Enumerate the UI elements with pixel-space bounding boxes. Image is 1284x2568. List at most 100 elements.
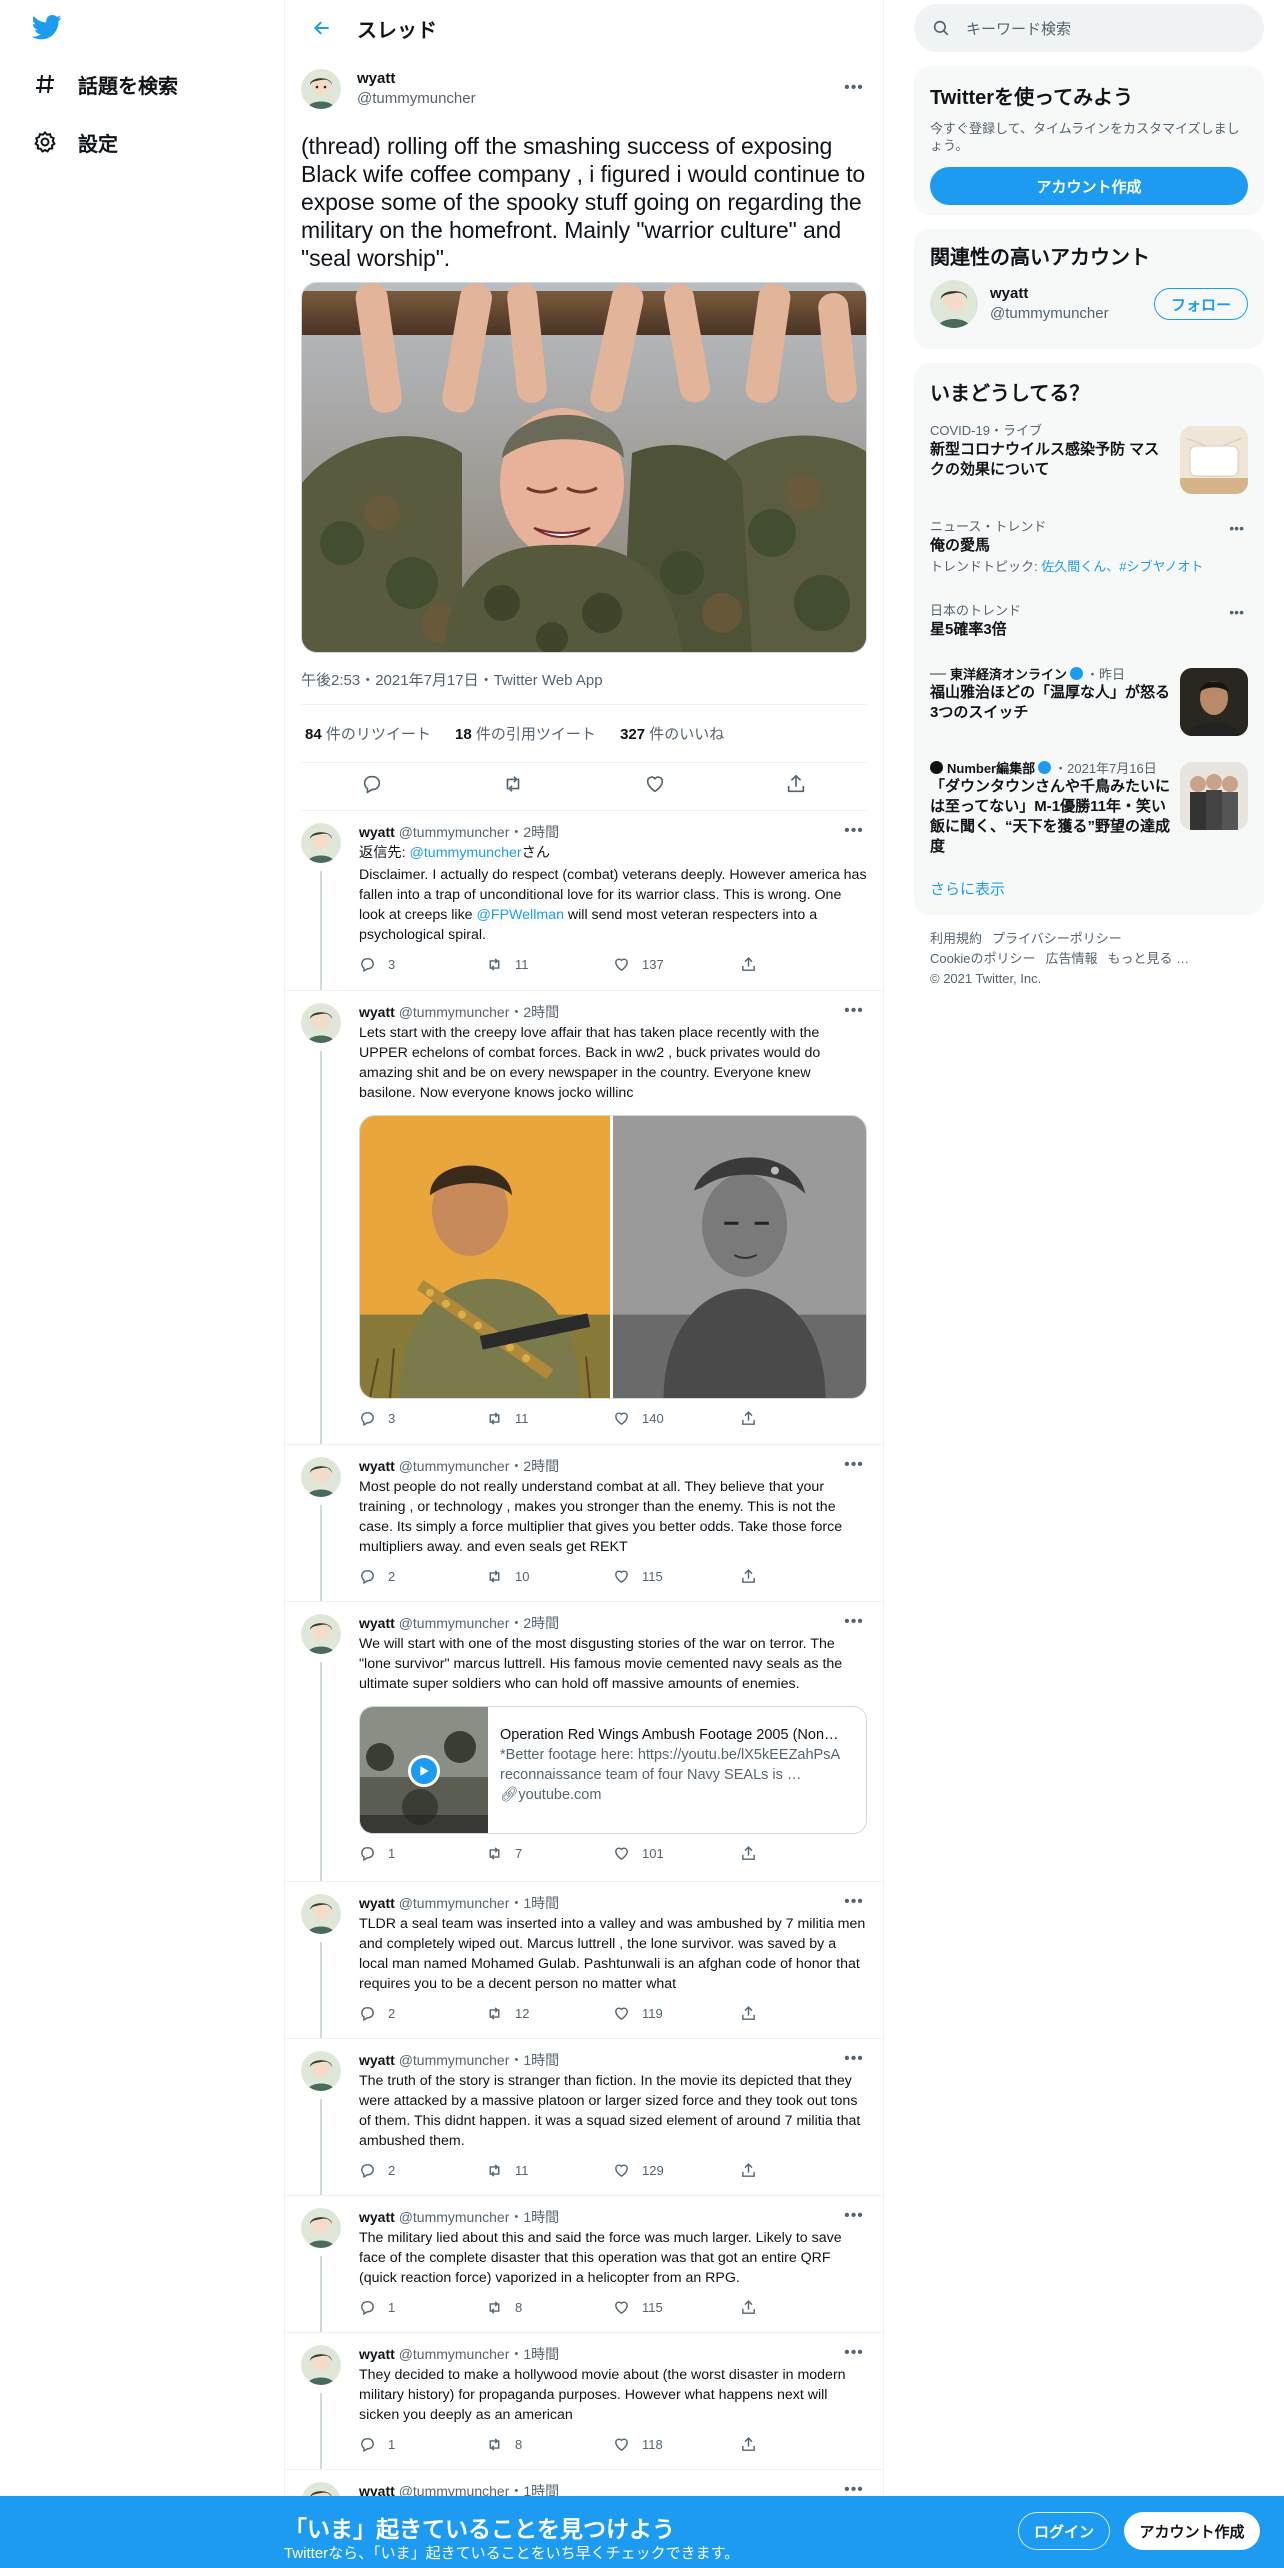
username[interactable]: @tummymuncher xyxy=(399,2209,510,2225)
tweet-time[interactable]: ・1時間 xyxy=(509,2052,559,2068)
display-name[interactable]: wyatt xyxy=(359,1615,395,1631)
retweet-button[interactable]: 11 xyxy=(486,1410,613,1427)
retweet-button[interactable]: 8 xyxy=(486,2436,613,2453)
related-account-row[interactable]: wyatt @tummymuncher フォロー xyxy=(914,270,1264,338)
reply-button[interactable]: 2 xyxy=(359,2005,486,2022)
display-name[interactable]: wyatt xyxy=(359,1004,395,1020)
create-account-button[interactable]: アカウント作成 xyxy=(930,167,1248,205)
reply-button[interactable]: 1 xyxy=(359,2436,486,2453)
display-name[interactable]: wyatt xyxy=(359,2346,395,2362)
more-icon[interactable]: ••• xyxy=(843,2344,865,2361)
related-name[interactable]: wyatt xyxy=(990,284,1109,304)
related-handle[interactable]: @tummymuncher xyxy=(990,304,1109,324)
display-name[interactable]: wyatt xyxy=(359,824,395,840)
username[interactable]: @tummymuncher xyxy=(399,2052,510,2068)
privacy-link[interactable]: プライバシーポリシー xyxy=(992,931,1122,946)
tweet-time[interactable]: ・1時間 xyxy=(509,2209,559,2225)
retweet-count[interactable]: 84 件のリツイート xyxy=(305,726,431,743)
share-icon[interactable] xyxy=(785,773,807,800)
reply-tweet[interactable]: wyatt @tummymuncher・1時間 ••• The truth of… xyxy=(285,2039,883,2196)
link-card[interactable]: Operation Red Wings Ambush Footage 2005 … xyxy=(359,1706,867,1834)
twitter-logo-icon[interactable] xyxy=(30,12,64,42)
news-item[interactable]: 東洋経済オンライン ・昨日 福山雅治ほどの「温厚な人」が怒る3つのスイッチ xyxy=(914,658,1264,752)
username[interactable]: @tummymuncher xyxy=(399,1895,510,1911)
share-button[interactable] xyxy=(740,2436,867,2453)
like-button[interactable]: 101 xyxy=(613,1845,740,1862)
more-icon[interactable]: ••• xyxy=(1229,604,1244,620)
share-button[interactable] xyxy=(740,2299,867,2316)
reply-tweet[interactable]: wyatt @tummymuncher・2時間 ••• We will star… xyxy=(285,1602,883,1882)
avatar[interactable] xyxy=(301,1003,341,1043)
like-button[interactable]: 129 xyxy=(613,2162,740,2179)
tweet-time[interactable]: ・2時間 xyxy=(509,1615,559,1631)
retweet-button[interactable]: 11 xyxy=(486,2162,613,2179)
like-button[interactable]: 137 xyxy=(613,956,740,973)
username[interactable]: @tummymuncher xyxy=(399,1615,510,1631)
share-button[interactable] xyxy=(740,2162,867,2179)
more-icon[interactable]: ••• xyxy=(843,1456,865,1473)
username[interactable]: @tummymuncher xyxy=(357,89,476,109)
username[interactable]: @tummymuncher xyxy=(399,1458,510,1474)
news-item[interactable]: Number編集部 ・2021年7月16日 「ダウンタウンさんや千鳥みたいには至っ… xyxy=(914,752,1264,866)
like-button[interactable]: 118 xyxy=(613,2436,740,2453)
avatar[interactable] xyxy=(301,1894,341,1934)
trend-item[interactable]: ニュース・トレンド ••• 俺の愛馬 トレンドトピック: 佐久間くん、#シブヤノ… xyxy=(914,512,1264,596)
tweet-photo[interactable] xyxy=(301,282,867,653)
share-button[interactable] xyxy=(740,2005,867,2022)
avatar[interactable] xyxy=(301,69,341,109)
play-icon[interactable] xyxy=(408,1755,440,1787)
tweet-time[interactable]: ・2時間 xyxy=(509,824,559,840)
reply-tweet[interactable]: wyatt @tummymuncher・2時間 ••• Lets start w… xyxy=(285,991,883,1445)
retweet-button[interactable]: 12 xyxy=(486,2005,613,2022)
tweet-photo[interactable] xyxy=(613,1116,866,1398)
retweet-button[interactable]: 8 xyxy=(486,2299,613,2316)
ads-info-link[interactable]: 広告情報 xyxy=(1045,951,1097,966)
avatar[interactable] xyxy=(301,823,341,863)
login-button[interactable]: ログイン xyxy=(1018,2512,1110,2550)
reply-tweet[interactable]: wyatt @tummymuncher・1時間 ••• TLDR a seal … xyxy=(285,1882,883,2039)
reply-button[interactable]: 2 xyxy=(359,2162,486,2179)
avatar[interactable] xyxy=(301,2051,341,2091)
retweet-icon[interactable] xyxy=(502,773,524,800)
avatar[interactable] xyxy=(301,2345,341,2385)
retweet-button[interactable]: 11 xyxy=(486,956,613,973)
more-icon[interactable]: ••• xyxy=(843,2207,865,2224)
reply-button[interactable]: 3 xyxy=(359,956,486,973)
reply-tweet[interactable]: wyatt @tummymuncher・1時間 ••• The military… xyxy=(285,2196,883,2333)
tweet-time[interactable]: ・1時間 xyxy=(509,2346,559,2362)
share-button[interactable] xyxy=(740,1845,867,1862)
like-count[interactable]: 327 件のいいね xyxy=(620,726,724,743)
like-button[interactable]: 140 xyxy=(613,1410,740,1427)
display-name[interactable]: wyatt xyxy=(359,1895,395,1911)
mention-link[interactable]: @FPWellman xyxy=(477,907,564,923)
like-button[interactable]: 115 xyxy=(613,1568,740,1585)
share-button[interactable] xyxy=(740,1410,867,1427)
tweet-time[interactable]: ・2時間 xyxy=(509,1004,559,1020)
username[interactable]: @tummymuncher xyxy=(399,1004,510,1020)
reply-button[interactable]: 2 xyxy=(359,1568,486,1585)
search-input[interactable]: キーワード検索 xyxy=(914,4,1264,52)
reply-button[interactable]: 1 xyxy=(359,2299,486,2316)
reply-tweet[interactable]: wyatt @tummymuncher・2時間 ••• 返信先: @tummym… xyxy=(285,811,883,991)
reply-button[interactable]: 1 xyxy=(359,1845,486,1862)
cookie-link[interactable]: Cookieのポリシー xyxy=(930,951,1035,966)
tweet-time[interactable]: ・2時間 xyxy=(509,1458,559,1474)
signup-button[interactable]: アカウント作成 xyxy=(1124,2512,1260,2550)
retweet-button[interactable]: 7 xyxy=(486,1845,613,1862)
video-thumbnail[interactable] xyxy=(360,1707,488,1833)
avatar[interactable] xyxy=(301,1457,341,1497)
follow-button[interactable]: フォロー xyxy=(1153,288,1248,320)
more-icon[interactable]: ••• xyxy=(843,79,865,96)
username[interactable]: @tummymuncher xyxy=(399,2346,510,2362)
more-icon[interactable]: ••• xyxy=(843,1893,865,1910)
like-icon[interactable] xyxy=(644,773,666,800)
like-button[interactable]: 115 xyxy=(613,2299,740,2316)
display-name[interactable]: wyatt xyxy=(359,1458,395,1474)
retweet-button[interactable]: 10 xyxy=(486,1568,613,1585)
show-more-link[interactable]: さらに表示 xyxy=(914,866,1264,911)
trend-item[interactable]: 日本のトレンド ••• 星5確率3倍 xyxy=(914,596,1264,658)
avatar[interactable] xyxy=(930,280,978,328)
more-icon[interactable]: ••• xyxy=(843,1613,865,1630)
tweet-photo[interactable] xyxy=(360,1116,613,1398)
trend-item[interactable]: COVID-19・ライブ 新型コロナウイルス感染予防 マスクの効果について xyxy=(914,416,1264,512)
